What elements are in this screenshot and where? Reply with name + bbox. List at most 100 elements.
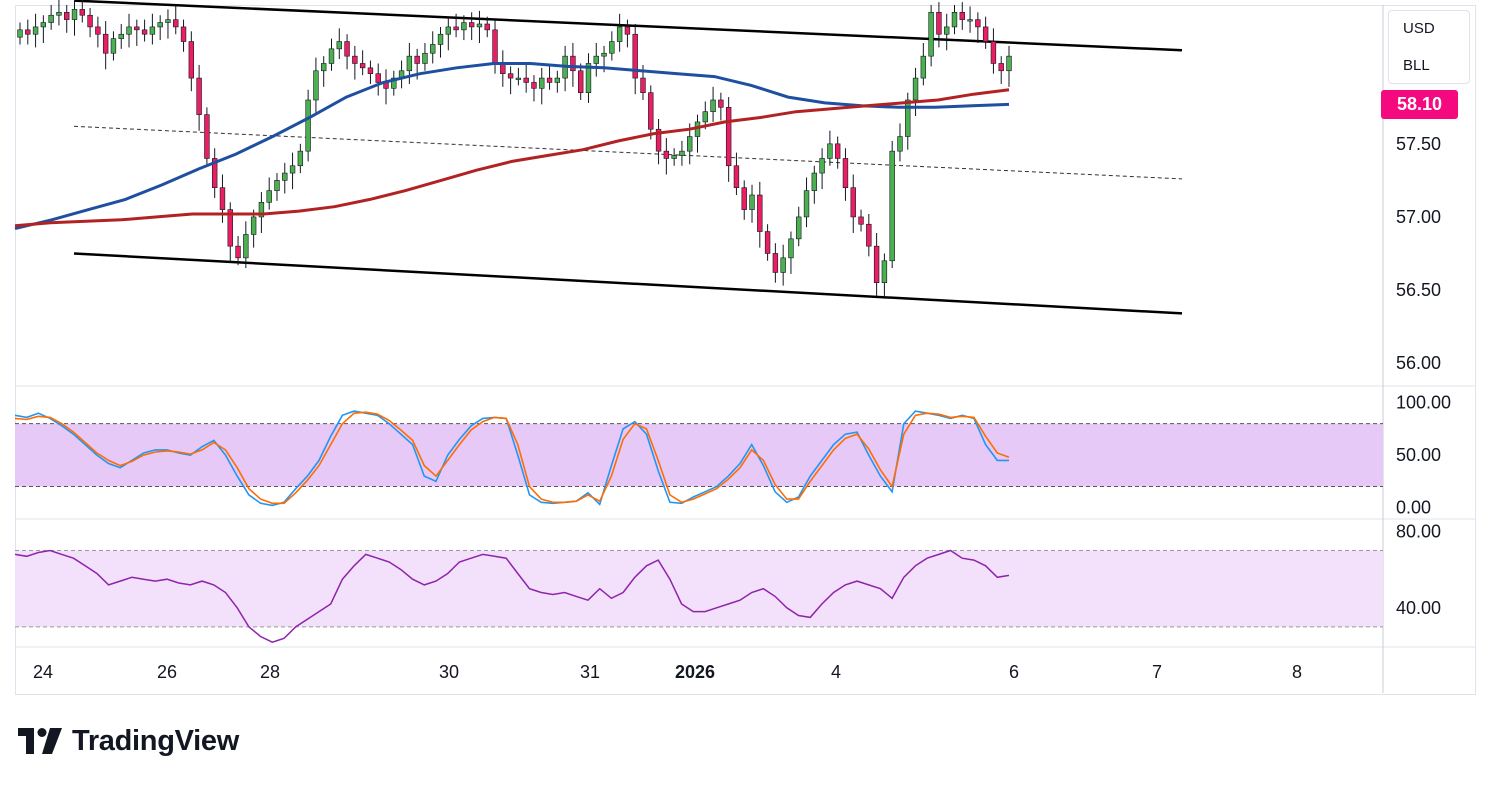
candle-up	[702, 111, 708, 123]
candle-up	[157, 22, 163, 28]
candle-down	[624, 26, 631, 35]
candle-up	[749, 194, 755, 210]
time-tick-label: 24	[33, 662, 53, 682]
candle-down	[523, 77, 529, 83]
candle-up	[297, 150, 304, 167]
candle-down	[453, 26, 459, 31]
candle-down	[998, 63, 1004, 72]
candle-up	[336, 41, 342, 50]
candle-up	[430, 44, 436, 54]
candle-up	[951, 12, 958, 28]
candle-down	[850, 187, 856, 218]
symbol-legend[interactable]: USD BLL	[1388, 10, 1470, 84]
stoch-tick-label: 100.00	[1396, 393, 1451, 413]
candle-down	[64, 12, 70, 20]
candle-down	[180, 26, 187, 42]
candle-up	[679, 150, 685, 156]
candle-up	[928, 12, 934, 57]
candle-up	[476, 23, 483, 28]
candle-down	[173, 19, 179, 28]
candle-up	[687, 136, 693, 152]
time-tick-label: 4	[831, 662, 841, 682]
time-tick-label: 31	[580, 662, 600, 682]
price-tick-label: 57.00	[1396, 207, 1441, 227]
candle-down	[79, 9, 85, 16]
candle-up	[422, 52, 428, 64]
chart-canvas[interactable]: 56.00 56.50 57.00 57.50 100.00 50.00 0.00 80.00…	[0, 0, 1491, 700]
candle-up	[445, 26, 452, 35]
candle-up	[313, 70, 319, 101]
candle-up	[881, 260, 888, 283]
time-tick-label: 6	[1009, 662, 1019, 682]
channel-upper-line	[73, 0, 1183, 52]
candle-down	[570, 55, 576, 72]
candle-down	[367, 67, 374, 74]
candle-up	[1006, 55, 1012, 72]
tradingview-logo-icon	[18, 728, 62, 754]
candle-up	[165, 19, 171, 23]
candle-up	[609, 41, 615, 54]
candle-up	[601, 52, 607, 57]
time-tick-label: 7	[1152, 662, 1162, 682]
candle-up	[905, 99, 911, 137]
candle-down	[648, 92, 654, 130]
candle-down	[663, 150, 670, 159]
tradingview-logo[interactable]: TradingView	[18, 724, 239, 758]
candle-up	[671, 155, 677, 159]
candle-down	[842, 158, 849, 188]
candle-up	[56, 12, 62, 16]
candle-down	[468, 22, 475, 28]
candle-up	[461, 22, 467, 31]
candle-up	[889, 150, 895, 262]
candle-up	[780, 257, 786, 273]
candle-up	[897, 136, 903, 152]
time-tick-label: 30	[439, 662, 459, 682]
candle-up	[811, 172, 818, 191]
candle-down	[352, 55, 358, 64]
channel-lower-line	[73, 252, 1183, 315]
candle-down	[577, 70, 584, 93]
candle-down	[359, 63, 366, 69]
candle-down	[484, 23, 490, 31]
candle-down	[492, 29, 498, 64]
candle-down	[764, 231, 771, 254]
candle-down	[141, 29, 148, 35]
candle-down	[936, 12, 942, 35]
candle-up	[819, 158, 825, 174]
candle-down	[531, 82, 537, 89]
candle-down	[834, 143, 841, 159]
candle-up	[710, 99, 716, 112]
time-tick-label: 26	[157, 662, 177, 682]
candle-down	[866, 223, 872, 247]
candle-down	[718, 99, 724, 108]
price-tick-label: 56.00	[1396, 353, 1441, 373]
unit-label: BLL	[1403, 57, 1430, 74]
candle-up	[406, 55, 413, 72]
ma-slow-line	[14, 88, 1010, 228]
candle-up	[515, 77, 522, 80]
candle-up	[321, 63, 327, 72]
candle-down	[196, 77, 202, 115]
candle-up	[126, 26, 132, 35]
candle-up	[593, 55, 599, 64]
candle-up	[539, 77, 545, 89]
candle-down	[188, 41, 195, 79]
candle-up	[554, 77, 561, 83]
candle-down	[873, 245, 880, 283]
candle-up	[803, 190, 810, 218]
candle-down	[507, 73, 514, 79]
candle-down	[975, 19, 981, 28]
candle-up	[40, 22, 47, 28]
candle-up	[48, 14, 54, 23]
candle-up	[17, 29, 23, 38]
candle-down	[640, 77, 646, 93]
candle-up	[827, 143, 833, 159]
candle-down	[546, 77, 553, 83]
candle-down	[204, 114, 210, 159]
currency-label: USD	[1403, 20, 1435, 37]
rsi-tick-label: 80.00	[1396, 521, 1441, 541]
candle-up	[967, 19, 973, 22]
candle-up	[118, 33, 124, 39]
candle-down	[25, 29, 31, 35]
time-tick-label: 8	[1292, 662, 1302, 682]
